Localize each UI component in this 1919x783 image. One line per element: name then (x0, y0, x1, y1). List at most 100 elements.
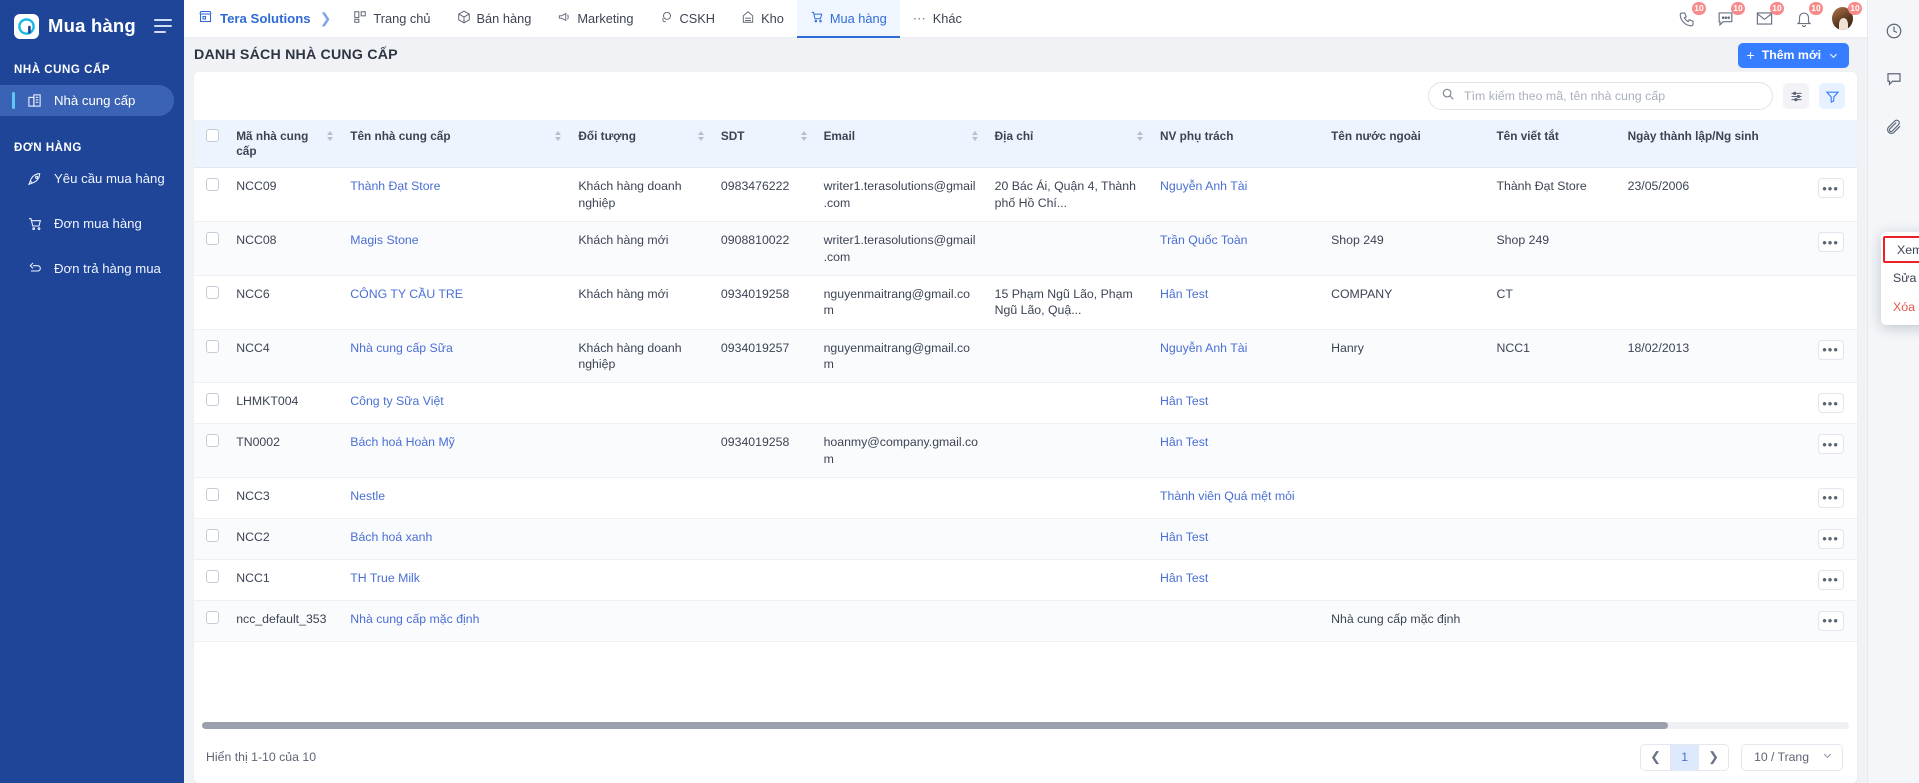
sort-icon[interactable] (697, 129, 705, 141)
row-checkbox[interactable] (206, 528, 219, 542)
row-action-button[interactable]: ••• (1817, 434, 1844, 455)
cell-staff[interactable]: Hân Test (1152, 275, 1324, 330)
sidebar-item-don-tra-hang-mua[interactable]: Đơn trả hàng mua (0, 253, 174, 284)
context-menu-item-xoa[interactable]: Xóa (1881, 292, 1919, 321)
mail-icon[interactable]: 10 (1754, 2, 1784, 29)
sort-icon[interactable] (1137, 129, 1144, 141)
row-action-button[interactable]: ••• (1817, 487, 1844, 508)
row-action-button[interactable]: ••• (1817, 393, 1844, 414)
cell-staff[interactable] (1152, 600, 1324, 642)
table-row[interactable]: NCC1 TH True Milk Hân Test ••• (194, 559, 1857, 601)
sliders-icon[interactable] (1783, 83, 1809, 109)
column-header-short-name[interactable]: Tên viết tắt (1488, 120, 1620, 169)
table-row[interactable]: NCC09 Thành Đạt Store Khách hàng doanh n… (194, 167, 1857, 223)
nav-item-mua-hang[interactable]: Mua hàng (796, 0, 900, 38)
cell-name[interactable]: Bách hoá xanh (342, 518, 571, 560)
row-checkbox[interactable] (206, 569, 219, 583)
search-input[interactable] (1464, 89, 1760, 103)
nav-item-trang-chu[interactable]: Trang chủ (340, 0, 443, 38)
table-row[interactable]: NCC2 Bách hoá xanh Hân Test ••• (194, 518, 1857, 560)
cell-name[interactable]: Nestle (342, 477, 571, 519)
funnel-icon[interactable] (1819, 83, 1845, 109)
attachment-icon[interactable] (1883, 116, 1905, 138)
column-header-date[interactable]: Ngày thành lập/Ng sinh (1619, 120, 1803, 169)
next-page-button[interactable]: ❯ (1699, 744, 1729, 770)
cell-staff[interactable]: Hân Test (1152, 382, 1324, 425)
cell-name[interactable]: Bách hoá Hoàn Mỹ (342, 423, 571, 478)
page-number-1[interactable]: 1 (1670, 744, 1700, 770)
phone-icon[interactable]: 10 (1676, 2, 1706, 29)
cell-staff[interactable]: Thành viên Quá mệt mỏi (1152, 477, 1324, 519)
table-row[interactable]: NCC4 Nhà cung cấp Sữa Khách hàng doanh n… (194, 329, 1857, 384)
sort-icon[interactable] (800, 129, 808, 141)
column-header-name[interactable]: Tên nhà cung cấp (342, 120, 571, 169)
row-checkbox[interactable] (206, 393, 219, 407)
scrollbar-thumb[interactable] (202, 722, 1668, 729)
chat-icon[interactable]: 10 (1715, 2, 1745, 29)
row-checkbox[interactable] (206, 487, 219, 501)
row-checkbox[interactable] (206, 610, 219, 624)
table-row[interactable]: NCC08 Magis Stone Khách hàng mới 0908810… (194, 221, 1857, 276)
nav-item-cskh[interactable]: CSKH (647, 0, 729, 38)
comment-icon[interactable] (1883, 68, 1905, 90)
cell-staff[interactable]: Trần Quốc Toàn (1152, 221, 1324, 276)
clock-icon[interactable] (1883, 20, 1905, 42)
cell-staff[interactable]: Hân Test (1152, 518, 1324, 560)
column-header-email[interactable]: Email (815, 120, 987, 169)
row-checkbox[interactable] (206, 178, 219, 192)
table-scroll-region[interactable]: Mã nhà cung cấp Tên nhà cung cấp Đối tượ… (194, 120, 1857, 720)
sidebar-item-don-mua-hang[interactable]: Đơn mua hàng (0, 208, 174, 239)
row-checkbox[interactable] (206, 434, 219, 448)
sort-icon[interactable] (971, 129, 979, 141)
row-context-menu[interactable]: Xem Sửa Xóa (1881, 232, 1919, 325)
cell-name[interactable]: Nhà cung cấp Sữa (342, 329, 571, 384)
cell-name[interactable]: Công ty Sữa Việt (342, 382, 571, 425)
sidebar-item-yeu-cau-mua-hang[interactable]: Yêu cầu mua hàng (0, 163, 174, 194)
table-row[interactable]: TN0002 Bách hoá Hoàn Mỹ 0934019258 hoanm… (194, 423, 1857, 478)
nav-item-ban-hang[interactable]: Bán hàng (444, 0, 545, 38)
cell-name[interactable]: TH True Milk (342, 559, 571, 601)
row-action-button[interactable]: ••• (1817, 610, 1844, 631)
column-header-foreign-name[interactable]: Tên nước ngoài (1323, 120, 1489, 169)
cell-staff[interactable]: Nguyễn Anh Tài (1152, 167, 1324, 223)
user-avatar-wrap[interactable]: 10 (1832, 2, 1862, 30)
row-action-button[interactable]: ••• (1817, 232, 1844, 253)
row-action-button[interactable]: ••• (1817, 178, 1844, 199)
nav-item-marketing[interactable]: Marketing (544, 0, 646, 38)
breadcrumb-brand[interactable]: Tera Solutions (198, 9, 315, 29)
column-header-staff[interactable]: NV phụ trách (1152, 120, 1324, 169)
row-action-button[interactable]: ••• (1817, 569, 1844, 590)
sidebar-toggle-button[interactable] (154, 19, 172, 33)
column-header-code[interactable]: Mã nhà cung cấp (228, 120, 343, 169)
sort-icon[interactable] (327, 129, 334, 141)
select-all-checkbox[interactable] (206, 129, 219, 142)
search-box[interactable] (1428, 82, 1773, 110)
nav-item-khac[interactable]: ⋯ Khác (900, 0, 975, 38)
cell-name[interactable]: Thành Đạt Store (342, 167, 571, 223)
cell-name[interactable]: CÔNG TY CẦU TRE (342, 275, 571, 330)
column-header-address[interactable]: Địa chỉ (986, 120, 1153, 169)
cell-name[interactable]: Magis Stone (342, 221, 571, 276)
table-row[interactable]: LHMKT004 Công ty Sữa Việt Hân Test ••• (194, 382, 1857, 425)
horizontal-scrollbar[interactable] (194, 720, 1857, 731)
context-menu-item-sua[interactable]: Sửa (1881, 263, 1919, 292)
row-checkbox[interactable] (206, 285, 219, 299)
table-row[interactable]: NCC3 Nestle Thành viên Quá mệt mỏi ••• (194, 477, 1857, 519)
sort-icon[interactable] (555, 129, 562, 141)
column-header-phone[interactable]: SDT (712, 120, 816, 169)
column-header-object[interactable]: Đối tượng (570, 120, 713, 169)
bell-icon[interactable]: 10 (1793, 2, 1823, 29)
row-action-button[interactable]: ••• (1817, 339, 1844, 360)
sidebar-item-nha-cung-cap[interactable]: Nhà cung cấp (0, 85, 174, 116)
row-checkbox[interactable] (206, 339, 219, 353)
add-new-button[interactable]: + Thêm mới (1737, 42, 1849, 68)
cell-staff[interactable]: Nguyễn Anh Tài (1152, 329, 1324, 384)
row-checkbox[interactable] (206, 232, 219, 246)
prev-page-button[interactable]: ❮ (1641, 744, 1671, 770)
cell-staff[interactable]: Hân Test (1152, 423, 1324, 478)
scrollbar-track[interactable] (202, 722, 1849, 729)
context-menu-item-xem[interactable]: Xem (1883, 236, 1919, 263)
cell-name[interactable]: Nhà cung cấp mặc định (342, 600, 571, 642)
table-row[interactable]: NCC6 CÔNG TY CẦU TRE Khách hàng mới 0934… (194, 275, 1857, 330)
cell-staff[interactable]: Hân Test (1152, 559, 1324, 601)
